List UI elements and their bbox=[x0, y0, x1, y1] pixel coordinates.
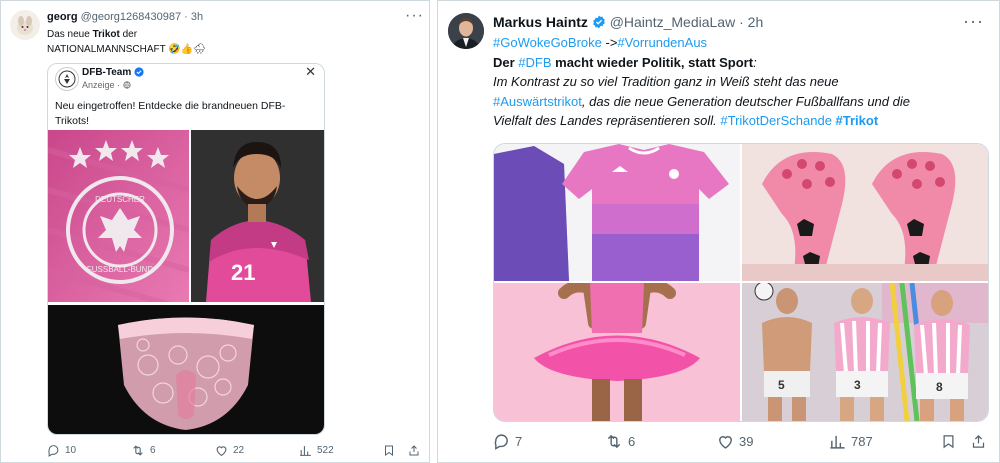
player-number-3: 3 bbox=[854, 378, 861, 392]
views-button[interactable]: 522 bbox=[299, 444, 334, 457]
football-heels-image[interactable] bbox=[742, 144, 988, 281]
author-name[interactable]: Markus Haintz bbox=[493, 14, 588, 30]
reply-icon bbox=[48, 445, 59, 457]
reply-icon bbox=[494, 434, 508, 450]
tweet-time[interactable]: 2h bbox=[748, 14, 764, 30]
reply-count: 10 bbox=[65, 445, 77, 456]
share-icon bbox=[972, 434, 985, 448]
text-segment: Der bbox=[493, 54, 519, 70]
analytics-icon bbox=[830, 435, 845, 449]
verified-icon bbox=[592, 15, 605, 29]
hashtag-link[interactable]: #VorrundenAus bbox=[617, 35, 707, 50]
hashtag-link[interactable]: #TrikotDerSchande bbox=[720, 113, 832, 128]
author-handle[interactable]: @georg1268430987 bbox=[81, 11, 181, 23]
like-button[interactable]: 22 bbox=[215, 444, 244, 457]
hashtag-link[interactable]: #DFB bbox=[518, 55, 551, 70]
views-count: 787 bbox=[851, 434, 873, 449]
bookmark-button[interactable] bbox=[383, 444, 395, 457]
separator-dot: · bbox=[739, 14, 744, 30]
text-segment: -> bbox=[601, 35, 618, 50]
text-segment: Im Kontrast zu so viel Tradition ganz in… bbox=[493, 74, 839, 89]
tweet-text: Das neue Trikot der NATIONALMANNSCHAFT 🤣… bbox=[47, 27, 417, 57]
author-name[interactable]: georg bbox=[47, 11, 78, 23]
like-button[interactable]: 39 bbox=[717, 433, 753, 450]
tweet-text: #GoWokeGoBroke ->#VorrundenAus Der #DFB … bbox=[493, 33, 973, 131]
media-grid: 5 3 8 bbox=[493, 143, 989, 422]
text-bold: Trikot bbox=[92, 29, 120, 40]
verified-icon bbox=[134, 67, 144, 77]
avatar-markus-haintz[interactable] bbox=[448, 13, 484, 49]
tweet-header: Markus Haintz @Haintz_MediaLaw · 2h bbox=[493, 14, 763, 30]
text-segment: Vielfalt des Landes repräsentieren soll. bbox=[493, 113, 721, 128]
views-count: 522 bbox=[317, 445, 334, 456]
reply-count: 7 bbox=[515, 434, 523, 449]
player-number-8: 8 bbox=[936, 380, 943, 394]
tweet-left[interactable]: georg @georg1268430987 · 3h ··· Das neue… bbox=[0, 0, 430, 463]
tweet-right[interactable]: Markus Haintz @Haintz_MediaLaw · 2h ··· … bbox=[437, 0, 1000, 463]
hashtag-link[interactable]: #Trikot bbox=[836, 113, 879, 128]
bookmark-icon bbox=[385, 445, 393, 456]
emoji-group: 🤣👍🌧 bbox=[168, 44, 206, 55]
heart-icon bbox=[719, 436, 732, 449]
text-segment: : bbox=[753, 54, 757, 70]
tweet-time[interactable]: 3h bbox=[191, 11, 203, 23]
ad-page-name-text: DFB-Team bbox=[82, 67, 132, 78]
share-button[interactable] bbox=[408, 444, 420, 457]
text-segment: der bbox=[119, 29, 138, 40]
bookmark-icon bbox=[943, 435, 954, 449]
repost-icon bbox=[607, 434, 621, 449]
crest-text-top: DEUTSCHER bbox=[95, 195, 145, 204]
player-number-5: 5 bbox=[778, 378, 785, 392]
globe-icon bbox=[122, 81, 131, 89]
more-options-icon[interactable]: ··· bbox=[963, 11, 984, 32]
repost-button[interactable]: 6 bbox=[605, 433, 635, 450]
jersey-image[interactable] bbox=[494, 144, 740, 281]
players-image[interactable]: 5 3 8 bbox=[742, 281, 988, 421]
share-icon bbox=[409, 445, 419, 456]
sponsored-text: Anzeige · bbox=[82, 80, 121, 90]
share-button[interactable] bbox=[971, 433, 986, 450]
close-icon: ✕ bbox=[305, 64, 316, 79]
views-button[interactable]: 787 bbox=[829, 433, 873, 450]
ad-page-name: DFB-Team bbox=[82, 67, 144, 78]
ad-text: Neu eingetroffen! Entdecke die brandneue… bbox=[55, 100, 286, 127]
more-options-icon[interactable]: ··· bbox=[405, 7, 424, 25]
pink-tutu-image[interactable] bbox=[494, 280, 740, 421]
repost-count: 6 bbox=[628, 434, 636, 449]
player-photo: 21 bbox=[191, 130, 324, 302]
dfb-logo-icon bbox=[55, 67, 79, 91]
text-segment: macht wieder Politik, statt Sport bbox=[551, 54, 754, 70]
text-segment: , das die neue Generation deutscher Fußb… bbox=[581, 93, 910, 109]
jersey-number: 21 bbox=[231, 260, 255, 285]
pink-lace-image bbox=[48, 305, 324, 434]
like-count: 22 bbox=[233, 445, 245, 456]
separator-dot: · bbox=[184, 11, 188, 23]
embedded-ad-image[interactable]: DFB-Team Anzeige · ✕ Neu eingetroffen! E… bbox=[47, 63, 325, 435]
text-segment: Das neue bbox=[47, 29, 93, 40]
heart-icon bbox=[216, 446, 227, 457]
dfb-crest-image: DEUTSCHER FUSSBALL-BUND bbox=[48, 130, 190, 313]
reply-button[interactable]: 10 bbox=[47, 444, 76, 457]
like-count: 39 bbox=[739, 434, 754, 449]
repost-icon bbox=[133, 445, 143, 456]
hashtag-link[interactable]: #GoWokeGoBroke bbox=[493, 35, 602, 50]
text-segment: NATIONALMANNSCHAFT bbox=[47, 44, 166, 55]
analytics-icon bbox=[300, 446, 311, 456]
repost-count: 6 bbox=[150, 445, 156, 456]
crest-text-bottom: FUSSBALL-BUND bbox=[87, 265, 153, 274]
author-handle[interactable]: @Haintz_MediaLaw bbox=[610, 14, 736, 30]
repost-button[interactable]: 6 bbox=[131, 444, 156, 457]
sponsored-label: Anzeige · bbox=[82, 80, 131, 90]
tweet-header: georg @georg1268430987 · 3h bbox=[47, 11, 203, 23]
bookmark-button[interactable] bbox=[941, 433, 956, 450]
avatar-georg[interactable] bbox=[10, 10, 40, 40]
hashtag-link[interactable]: #Auswärtstrikot bbox=[493, 94, 582, 109]
reply-button[interactable]: 7 bbox=[493, 433, 522, 450]
